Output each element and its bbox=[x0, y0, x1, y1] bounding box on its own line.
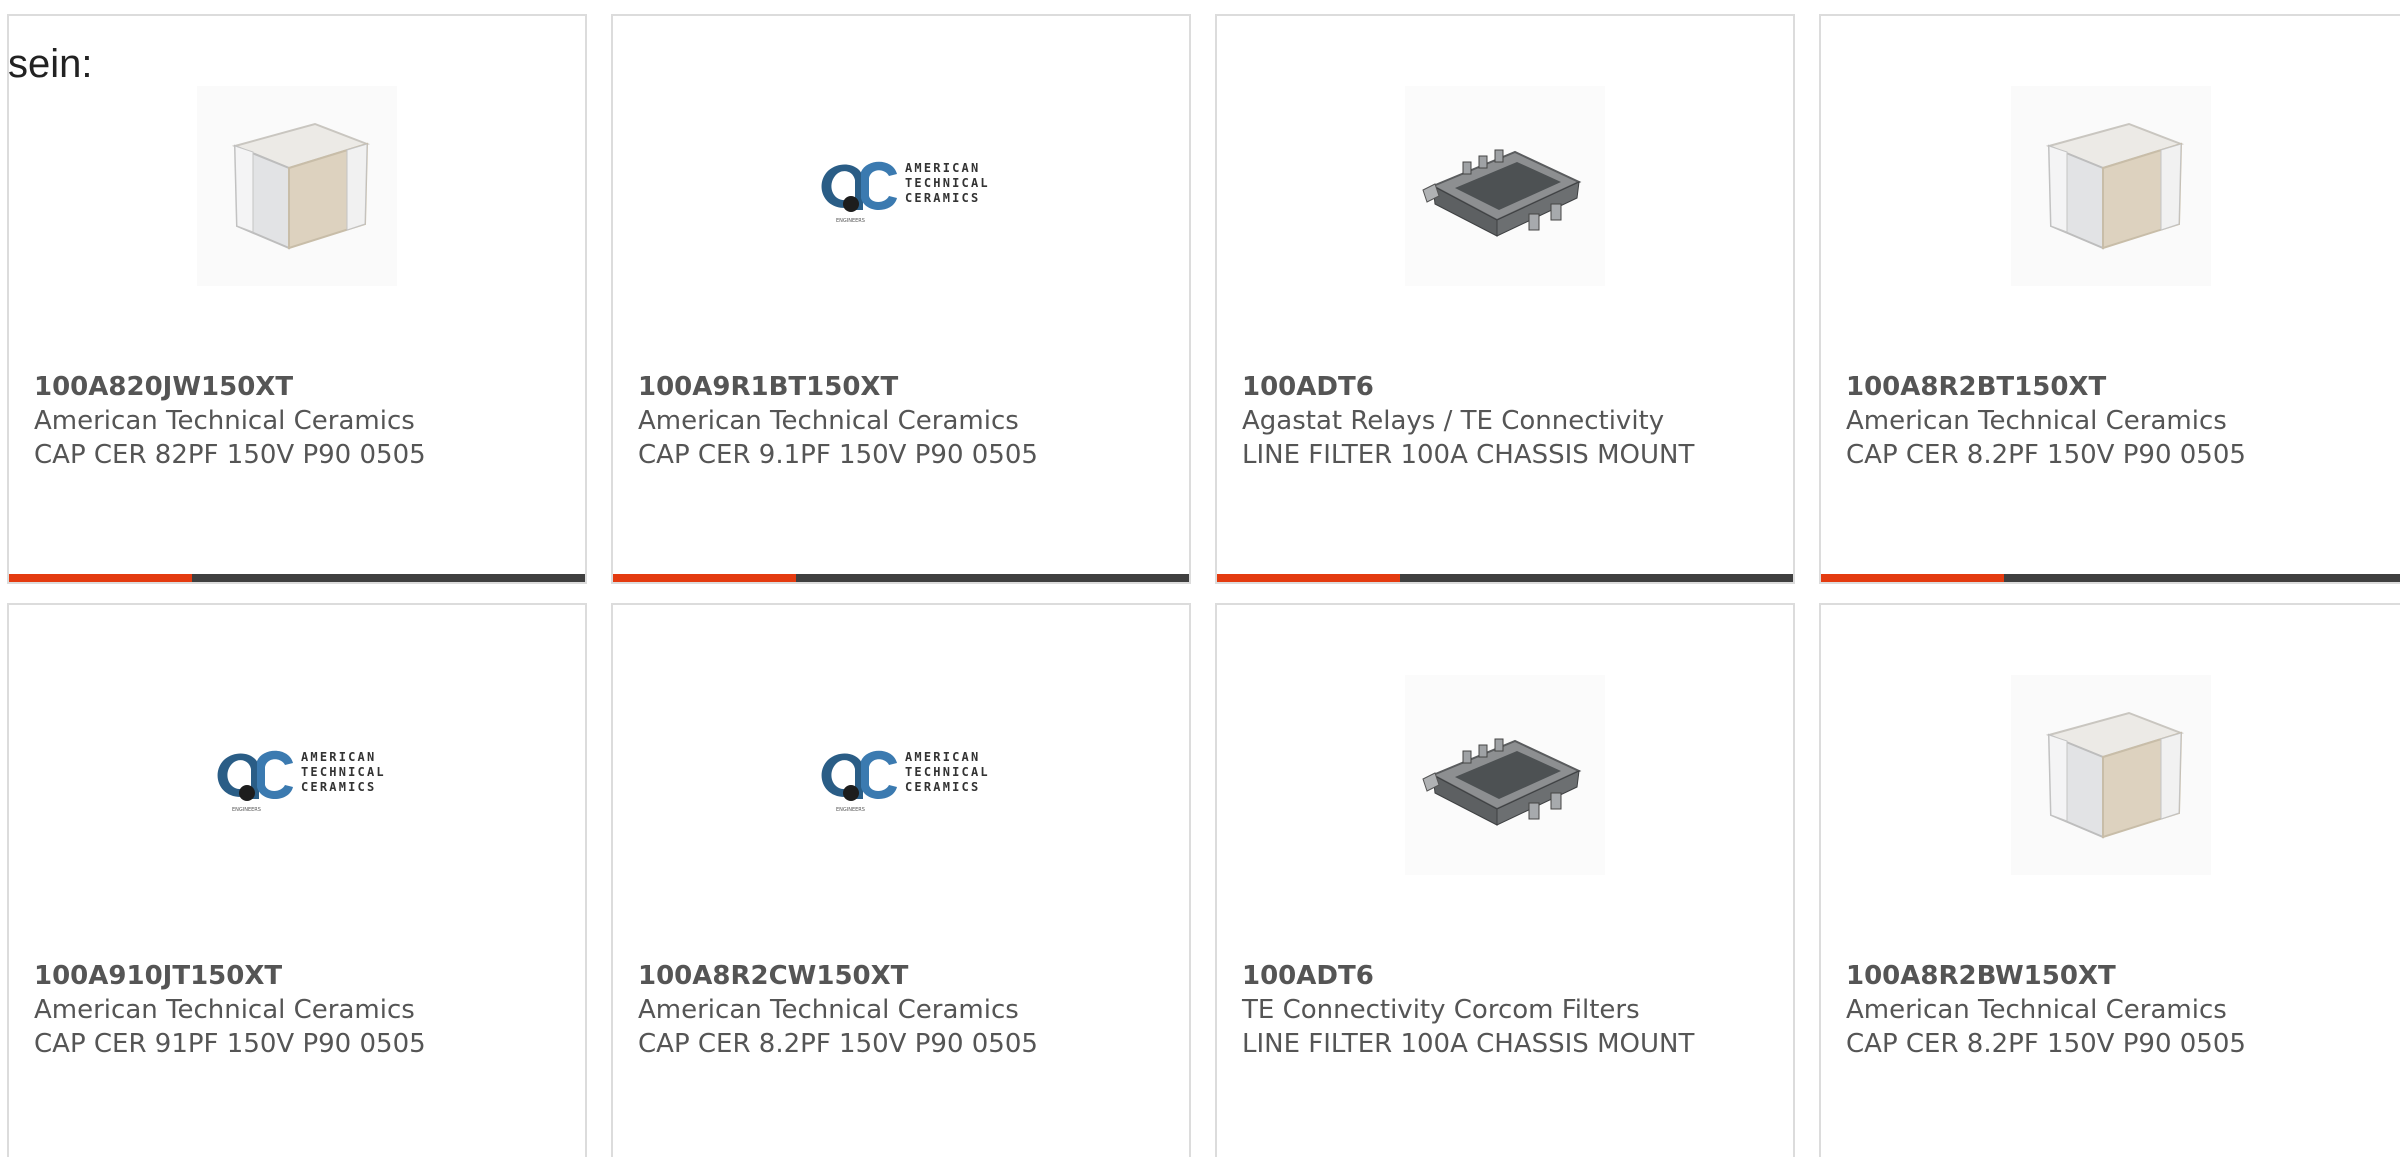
atc-logo-image: ENGINEERS AMERICAN TECHNICAL CERAMICS bbox=[801, 675, 1001, 875]
card-accent bbox=[1821, 574, 2004, 582]
section-heading: sein: bbox=[8, 42, 93, 86]
part-number-link[interactable]: 100A910JT150XT bbox=[34, 959, 565, 993]
card-accent bbox=[9, 574, 192, 582]
product-description: CAP CER 8.2PF 150V P90 0505 bbox=[1846, 440, 2246, 470]
part-number-link[interactable]: 100A8R2BW150XT bbox=[1846, 959, 2380, 993]
part-number-link[interactable]: 100A8R2BT150XT bbox=[1846, 370, 2380, 404]
svg-text:AMERICAN: AMERICAN bbox=[301, 750, 376, 764]
svg-text:CERAMICS: CERAMICS bbox=[301, 780, 376, 794]
product-image[interactable]: ENGINEERS AMERICAN TECHNICAL CERAMICS bbox=[801, 86, 1001, 286]
svg-text:TECHNICAL: TECHNICAL bbox=[301, 765, 386, 779]
product-info: 100A910JT150XT American Technical Cerami… bbox=[34, 959, 565, 1061]
product-image[interactable] bbox=[1405, 86, 1605, 286]
card-footer-bar bbox=[1217, 574, 1793, 582]
svg-text:AMERICAN: AMERICAN bbox=[905, 750, 980, 764]
svg-text:AMERICAN: AMERICAN bbox=[905, 161, 980, 175]
line-filter-image bbox=[1405, 86, 1605, 286]
card-accent bbox=[613, 574, 796, 582]
manufacturer-name: American Technical Ceramics bbox=[34, 406, 415, 436]
manufacturer-name: TE Connectivity Corcom Filters bbox=[1242, 995, 1640, 1025]
product-description: CAP CER 9.1PF 150V P90 0505 bbox=[638, 440, 1038, 470]
manufacturer-name: American Technical Ceramics bbox=[638, 406, 1019, 436]
product-card[interactable]: ENGINEERS AMERICAN TECHNICAL CERAMICS 10… bbox=[611, 14, 1191, 584]
manufacturer-name: Agastat Relays / TE Connectivity bbox=[1242, 406, 1665, 436]
part-number-link[interactable]: 100A9R1BT150XT bbox=[638, 370, 1169, 404]
product-card[interactable]: 100A8R2BT150XT American Technical Cerami… bbox=[1819, 14, 2400, 584]
part-number-link[interactable]: 100A8R2CW150XT bbox=[638, 959, 1169, 993]
card-accent bbox=[1217, 574, 1400, 582]
manufacturer-name: American Technical Ceramics bbox=[1846, 995, 2227, 1025]
part-number-link[interactable]: 100ADT6 bbox=[1242, 370, 1773, 404]
product-description: CAP CER 8.2PF 150V P90 0505 bbox=[1846, 1029, 2246, 1059]
card-footer-bar bbox=[613, 574, 1189, 582]
svg-text:TECHNICAL: TECHNICAL bbox=[905, 176, 990, 190]
product-image[interactable] bbox=[1405, 675, 1605, 875]
svg-text:ENGINEERS: ENGINEERS bbox=[232, 807, 261, 813]
manufacturer-name: American Technical Ceramics bbox=[34, 995, 415, 1025]
product-card[interactable]: 100A8R2BW150XT American Technical Cerami… bbox=[1819, 603, 2400, 1157]
part-number-link[interactable]: 100ADT6 bbox=[1242, 959, 1773, 993]
product-info: 100ADT6 Agastat Relays / TE Connectivity… bbox=[1242, 370, 1773, 472]
capacitor-image bbox=[197, 86, 397, 286]
card-footer-bar bbox=[9, 574, 585, 582]
product-image[interactable] bbox=[2010, 675, 2211, 875]
atc-logo-image: ENGINEERS AMERICAN TECHNICAL CERAMICS bbox=[197, 675, 397, 875]
svg-text:CERAMICS: CERAMICS bbox=[905, 191, 980, 205]
svg-text:ENGINEERS: ENGINEERS bbox=[836, 218, 865, 224]
product-description: LINE FILTER 100A CHASSIS MOUNT bbox=[1242, 440, 1695, 470]
svg-text:TECHNICAL: TECHNICAL bbox=[905, 765, 990, 779]
product-card[interactable]: 100ADT6 TE Connectivity Corcom Filters L… bbox=[1215, 603, 1795, 1157]
product-description: LINE FILTER 100A CHASSIS MOUNT bbox=[1242, 1029, 1695, 1059]
product-image[interactable]: ENGINEERS AMERICAN TECHNICAL CERAMICS bbox=[801, 675, 1001, 875]
product-info: 100A9R1BT150XT American Technical Cerami… bbox=[638, 370, 1169, 472]
product-description: CAP CER 91PF 150V P90 0505 bbox=[34, 1029, 426, 1059]
product-card[interactable]: ENGINEERS AMERICAN TECHNICAL CERAMICS 10… bbox=[7, 603, 587, 1157]
capacitor-image bbox=[2010, 86, 2211, 286]
product-info: 100A820JW150XT American Technical Cerami… bbox=[34, 370, 565, 472]
capacitor-image bbox=[2010, 675, 2211, 875]
manufacturer-name: American Technical Ceramics bbox=[1846, 406, 2227, 436]
product-image[interactable] bbox=[2010, 86, 2211, 286]
product-info: 100A8R2BW150XT American Technical Cerami… bbox=[1846, 959, 2380, 1061]
product-info: 100ADT6 TE Connectivity Corcom Filters L… bbox=[1242, 959, 1773, 1061]
product-card[interactable]: 100A820JW150XT American Technical Cerami… bbox=[7, 14, 587, 584]
atc-logo-image: ENGINEERS AMERICAN TECHNICAL CERAMICS bbox=[801, 86, 1001, 286]
product-info: 100A8R2CW150XT American Technical Cerami… bbox=[638, 959, 1169, 1061]
card-footer-bar bbox=[1821, 574, 2400, 582]
product-description: CAP CER 8.2PF 150V P90 0505 bbox=[638, 1029, 1038, 1059]
line-filter-image bbox=[1405, 675, 1605, 875]
product-card[interactable]: ENGINEERS AMERICAN TECHNICAL CERAMICS 10… bbox=[611, 603, 1191, 1157]
svg-text:ENGINEERS: ENGINEERS bbox=[836, 807, 865, 813]
part-number-link[interactable]: 100A820JW150XT bbox=[34, 370, 565, 404]
svg-text:CERAMICS: CERAMICS bbox=[905, 780, 980, 794]
product-image[interactable]: ENGINEERS AMERICAN TECHNICAL CERAMICS bbox=[197, 675, 397, 875]
manufacturer-name: American Technical Ceramics bbox=[638, 995, 1019, 1025]
product-image[interactable] bbox=[197, 86, 397, 286]
product-description: CAP CER 82PF 150V P90 0505 bbox=[34, 440, 426, 470]
product-card[interactable]: 100ADT6 Agastat Relays / TE Connectivity… bbox=[1215, 14, 1795, 584]
product-info: 100A8R2BT150XT American Technical Cerami… bbox=[1846, 370, 2380, 472]
